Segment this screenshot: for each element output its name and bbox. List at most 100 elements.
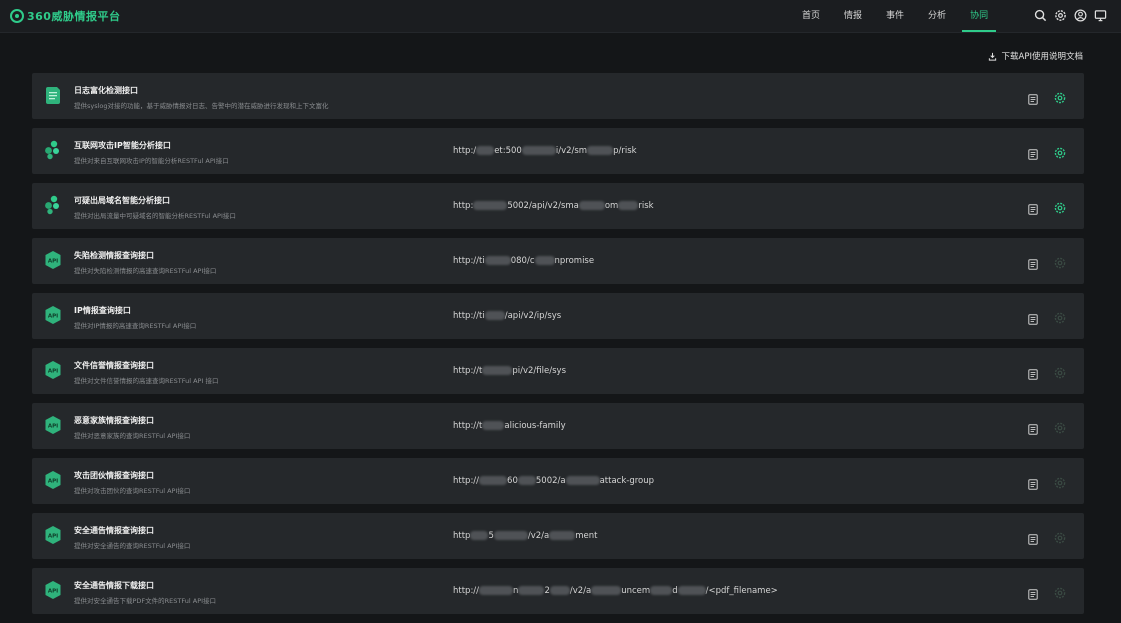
settings-icon[interactable] xyxy=(1054,529,1066,544)
url-segment: http xyxy=(453,531,471,541)
nav-intel[interactable]: 情报 xyxy=(832,0,874,32)
settings-icon[interactable] xyxy=(1054,584,1066,599)
download-doc-button[interactable]: 下载API使用说明文档 xyxy=(988,50,1083,62)
url-segment: 5002/a xyxy=(535,476,566,486)
url-segment: alicious-family xyxy=(504,421,566,431)
api-card[interactable]: 安全通告情报下载接口 提供对安全通告下载PDF文件的RESTFul API接口 ht… xyxy=(32,568,1084,614)
redacted-segment xyxy=(591,586,622,595)
redacted-segment xyxy=(549,586,570,595)
api-description: 提供对攻击团伙的查询RESTFul API接口 xyxy=(74,487,191,495)
api-icon xyxy=(44,305,62,325)
api-endpoint-url: http://ti/api/v2/ip/sys xyxy=(453,311,561,321)
redacted-segment xyxy=(549,531,576,540)
api-card[interactable]: 文件信誉情报查询接口 提供对文件信誉情报的高速查询RESTFul API 接口 ht… xyxy=(32,348,1084,394)
redacted-segment xyxy=(493,531,528,540)
url-segment: http:/ xyxy=(453,146,477,156)
nav-events[interactable]: 事件 xyxy=(874,0,916,32)
redacted-segment xyxy=(484,311,505,320)
api-description: 提供对文件信誉情报的高速查询RESTFul API 接口 xyxy=(74,377,219,385)
gear-icon[interactable] xyxy=(1054,9,1067,22)
api-endpoint-url: http:/ et:500 i/v2/sm p/risk xyxy=(453,146,637,156)
api-card[interactable]: 攻击团伙情报查询接口 提供对攻击团伙的查询RESTFul API接口 http://… xyxy=(32,458,1084,504)
url-segment: http:// xyxy=(453,586,480,596)
document-icon[interactable] xyxy=(1028,530,1038,545)
logo[interactable]: 360威胁情报平台 xyxy=(10,7,120,25)
api-card[interactable]: 恶意家族情报查询接口 提供对恶意家族的查询RESTFul API接口 http://… xyxy=(32,403,1084,449)
log-icon xyxy=(44,85,62,105)
url-segment: /v2/a xyxy=(527,531,550,541)
redacted-segment xyxy=(470,531,489,540)
document-icon[interactable] xyxy=(1028,145,1038,160)
document-icon[interactable] xyxy=(1028,90,1038,105)
api-title: 恶意家族情报查询接口 xyxy=(74,416,154,425)
nav-home[interactable]: 首页 xyxy=(790,0,832,32)
api-icon xyxy=(44,525,62,545)
api-card[interactable]: 安全通告情报查询接口 提供对安全通告的查询RESTFul API接口 http 5/v… xyxy=(32,513,1084,559)
api-card[interactable]: 日志富化检测接口 提供syslog对接的功能，基于威胁情报对日志、告警中的潜在威胁… xyxy=(32,73,1084,119)
redacted-segment xyxy=(618,201,639,210)
api-description: 提供对出局流量中可疑域名的智能分析RESTFul API接口 xyxy=(74,212,236,220)
header-tools xyxy=(1034,9,1107,22)
url-segment: /<pdf_filename> xyxy=(705,586,778,596)
redacted-segment xyxy=(518,586,545,595)
api-icon xyxy=(44,360,62,380)
document-icon[interactable] xyxy=(1028,200,1038,215)
url-segment: /v2/a xyxy=(569,586,592,596)
document-icon[interactable] xyxy=(1028,365,1038,380)
document-icon[interactable] xyxy=(1028,255,1038,270)
api-icon xyxy=(44,415,62,435)
url-segment: om xyxy=(604,201,619,211)
logo-icon xyxy=(10,9,24,23)
settings-icon[interactable] xyxy=(1054,254,1066,269)
document-icon[interactable] xyxy=(1028,585,1038,600)
url-segment: http:// xyxy=(453,476,480,486)
api-description: 提供syslog对接的功能，基于威胁情报对日志、告警中的潜在威胁进行发现和上下文… xyxy=(74,102,329,110)
download-doc-label: 下载API使用说明文档 xyxy=(1001,52,1083,62)
redacted-segment xyxy=(482,421,505,430)
document-icon[interactable] xyxy=(1028,475,1038,490)
api-description: 提供对恶意家族的查询RESTFul API接口 xyxy=(74,432,191,440)
settings-icon[interactable] xyxy=(1054,144,1066,159)
settings-icon[interactable] xyxy=(1054,364,1066,379)
api-title: 互联网攻击IP智能分析接口 xyxy=(74,141,171,150)
redacted-segment xyxy=(677,586,706,595)
redacted-segment xyxy=(473,201,508,210)
nav-analysis[interactable]: 分析 xyxy=(916,0,958,32)
nav-collab[interactable]: 协同 xyxy=(958,0,1000,32)
user-icon[interactable] xyxy=(1074,9,1087,22)
settings-icon[interactable] xyxy=(1054,199,1066,214)
url-segment: http://ti xyxy=(453,256,485,266)
api-endpoint-url: http 5/v2/a ment xyxy=(453,531,597,541)
document-icon[interactable] xyxy=(1028,310,1038,325)
top-bar: 360威胁情报平台 首页 情报 事件 分析 协同 xyxy=(0,0,1121,33)
settings-icon[interactable] xyxy=(1054,309,1066,324)
search-icon[interactable] xyxy=(1034,9,1047,22)
api-title: 安全通告情报下载接口 xyxy=(74,581,154,590)
url-segment: risk xyxy=(638,201,654,211)
api-title: IP情报查询接口 xyxy=(74,306,131,315)
document-icon[interactable] xyxy=(1028,420,1038,435)
api-description: 提供对来自互联网攻击IP的智能分析RESTFul API接口 xyxy=(74,157,229,165)
url-segment: i/v2/sm xyxy=(555,146,588,156)
api-card[interactable]: 互联网攻击IP智能分析接口提供对来自互联网攻击IP的智能分析RESTFul AP… xyxy=(32,128,1084,174)
url-segment: http: xyxy=(453,201,474,211)
url-segment: p/risk xyxy=(613,146,637,156)
redacted-segment xyxy=(484,256,511,265)
api-title: 安全通告情报查询接口 xyxy=(74,526,154,535)
cluster-icon xyxy=(44,140,62,160)
settings-icon[interactable] xyxy=(1054,474,1066,489)
url-segment: http://ti xyxy=(453,311,485,321)
api-description: 提供对失陷检测情报的高速查询RESTFul API接口 xyxy=(74,267,217,275)
logo-text: 360威胁情报平台 xyxy=(27,10,121,23)
redacted-segment xyxy=(534,256,555,265)
api-card[interactable]: 失陷检测情报查询接口 提供对失陷检测情报的高速查询RESTFul API接口 htt… xyxy=(32,238,1084,284)
settings-icon[interactable] xyxy=(1054,419,1066,434)
monitor-icon[interactable] xyxy=(1094,9,1107,22)
settings-icon[interactable] xyxy=(1054,89,1066,104)
url-segment: et:500 xyxy=(494,146,522,156)
api-card[interactable]: IP情报查询接口 提供对IP情报的高速查询RESTFul API接口 http://… xyxy=(32,293,1084,339)
url-segment: 60 xyxy=(507,476,518,486)
api-card[interactable]: 可疑出局域名智能分析接口 提供对出局流量中可疑域名的智能分析RESTFul API… xyxy=(32,183,1084,229)
api-endpoint-url: http://ti 080/c npromise xyxy=(453,256,594,266)
api-endpoint-url: http://t pi/v2/file/sys xyxy=(453,366,566,376)
